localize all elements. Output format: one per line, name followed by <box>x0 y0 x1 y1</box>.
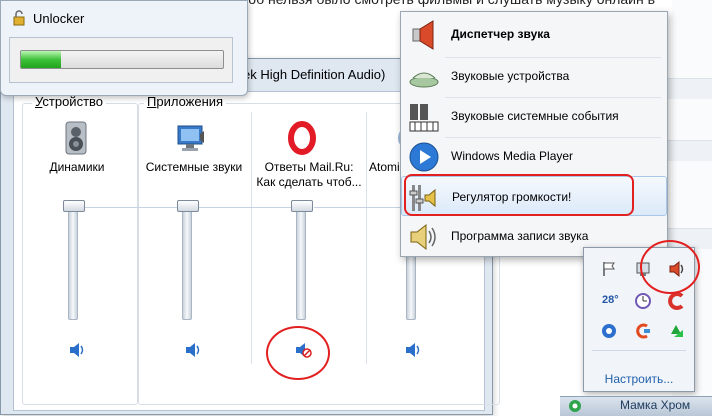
mute-toggle-speakers-icon[interactable] <box>68 342 86 358</box>
menu-item-windows-media-player[interactable]: Windows Media Player <box>401 136 667 176</box>
channel-label-opera-line2: Как сделать чтоб... <box>256 175 362 189</box>
action-center-flag-icon[interactable] <box>600 260 618 278</box>
volume-slider-system-sounds[interactable] <box>182 200 192 320</box>
unlocker-title: Unlocker <box>33 10 85 26</box>
menu-item-label: Звуковые устройства <box>451 69 570 83</box>
unlocker-progress-bar <box>20 50 224 69</box>
applications-group-label: Приложения <box>144 94 227 109</box>
channel-label-opera-line1: Ответы Mail.Ru: <box>264 160 354 174</box>
unlocker-app-icon <box>13 10 25 26</box>
volume-slider-opera[interactable] <box>296 200 306 320</box>
mute-toggle-atomic-icon[interactable] <box>404 342 422 358</box>
cleaner-app-icon[interactable] <box>634 322 652 340</box>
annotation-circle-muted <box>266 326 330 380</box>
applications-group-label-rest: риложения <box>156 94 224 109</box>
clock-icon[interactable] <box>634 292 652 310</box>
unlocker-progress-fill <box>21 51 62 68</box>
annotation-box-volume-mixer <box>404 174 634 216</box>
volume-slider-thumb-speakers[interactable] <box>63 200 85 212</box>
volume-slider-thumb-opera[interactable] <box>291 200 313 212</box>
speaker-red-icon <box>412 20 434 50</box>
channel-label-speakers: Динамики <box>49 160 105 174</box>
menu-item-system-events[interactable]: Звуковые системные события <box>401 96 667 136</box>
system-sounds-icon <box>177 125 204 151</box>
unlocker-window: Unlocker <box>0 0 248 96</box>
customize-tray-link[interactable]: Настроить... <box>584 372 694 386</box>
green-arrows-icon[interactable] <box>668 322 686 340</box>
volume-slider-speakers[interactable] <box>68 200 78 320</box>
mixer-window-title: ek High Definition Audio) <box>243 67 386 82</box>
slider-guide-line <box>314 207 404 208</box>
menu-item-label: Диспетчер звука <box>451 27 550 41</box>
annotation-circle-tray-volume <box>640 240 700 294</box>
media-player-icon <box>409 142 439 172</box>
taskbar-fragment: Мамка Хром <box>560 396 712 416</box>
sound-recorder-icon <box>410 223 436 251</box>
sound-devices-icon <box>409 72 439 88</box>
device-group-label-rest: стройство <box>42 94 104 109</box>
channel-divider <box>366 112 367 364</box>
speaker-device-icon <box>65 121 87 155</box>
menu-item-sound-manager[interactable]: Диспетчер звука <box>401 14 667 54</box>
sound-context-menu: Диспетчер звука Звуковые устройства Звук… <box>400 11 668 257</box>
channel-divider <box>251 112 252 364</box>
channel-label-system-sounds: Системные звуки <box>145 160 243 174</box>
system-events-icon <box>409 104 439 132</box>
ccleaner-icon[interactable] <box>668 292 686 310</box>
device-group-label: Устройство <box>32 94 107 109</box>
menu-item-label: Windows Media Player <box>451 149 574 163</box>
weather-temperature[interactable]: 28° <box>602 294 619 306</box>
sync-icon[interactable] <box>600 322 618 340</box>
menu-item-label: Звуковые системные события <box>451 109 619 123</box>
opera-icon <box>288 121 316 155</box>
unlocker-title-bar: Unlocker <box>11 10 84 26</box>
mute-toggle-system-sounds-icon[interactable] <box>184 342 202 358</box>
volume-slider-thumb-system-sounds[interactable] <box>177 200 199 212</box>
chrome-taskbar-icon[interactable] <box>568 399 582 413</box>
slider-guide-line <box>202 207 302 208</box>
unlocker-content <box>9 37 233 83</box>
tray-separator <box>592 350 686 351</box>
menu-item-label: Программа записи звука <box>451 229 589 243</box>
menu-item-sound-devices[interactable]: Звуковые устройства <box>401 56 667 96</box>
taskbar-item-label[interactable]: Мамка Хром <box>620 398 690 412</box>
